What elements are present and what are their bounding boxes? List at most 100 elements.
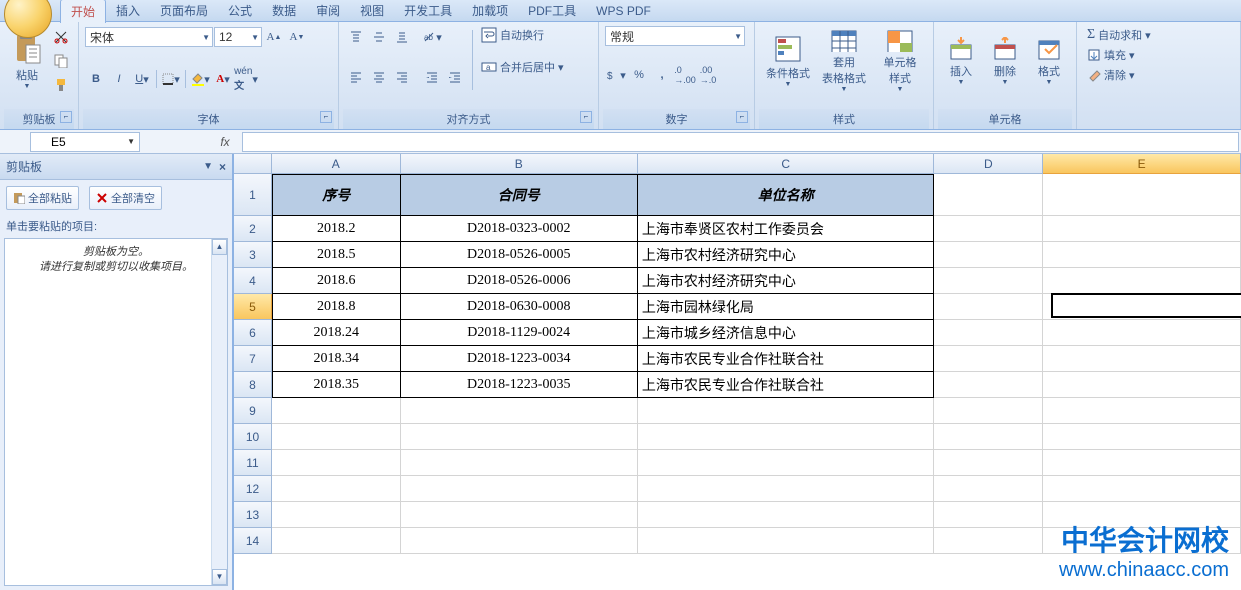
align-top-button[interactable] [345, 26, 367, 48]
cell-D11[interactable] [934, 450, 1043, 476]
cell-D10[interactable] [934, 424, 1043, 450]
cell-E1[interactable] [1043, 174, 1241, 216]
row-header-13[interactable]: 13 [234, 502, 272, 528]
phonetic-button[interactable]: wén文▾ [235, 68, 257, 90]
paste-all-button[interactable]: 全部粘贴 [6, 186, 79, 210]
cond-format-button[interactable]: 条件格式▼ [761, 26, 815, 96]
font-size-combo[interactable]: 12▼ [214, 27, 262, 47]
cell-A4[interactable]: 2018.6 [272, 268, 401, 294]
cell-B13[interactable] [401, 502, 638, 528]
cell-E12[interactable] [1043, 476, 1241, 502]
cell-C4[interactable]: 上海市农村经济研究中心 [638, 268, 935, 294]
currency-button[interactable]: $▾ [605, 64, 627, 86]
cell-C7[interactable]: 上海市农民专业合作社联合社 [638, 346, 935, 372]
cell-A5[interactable]: 2018.8 [272, 294, 401, 320]
cell-C6[interactable]: 上海市城乡经济信息中心 [638, 320, 935, 346]
taskpane-menu-icon[interactable]: ▼ [203, 161, 213, 172]
fill-button[interactable]: 填充▾ [1085, 46, 1153, 64]
cell-D14[interactable] [934, 528, 1043, 554]
cell-B8[interactable]: D2018-1223-0035 [401, 372, 638, 398]
cell-D3[interactable] [934, 242, 1043, 268]
cell-A6[interactable]: 2018.24 [272, 320, 401, 346]
row-header-14[interactable]: 14 [234, 528, 272, 554]
tab-addins[interactable]: 加载项 [462, 0, 518, 22]
cell-D1[interactable] [934, 174, 1043, 216]
cell-D4[interactable] [934, 268, 1043, 294]
chevron-down-icon[interactable]: ▼ [734, 32, 742, 41]
cell-B5[interactable]: D2018-0630-0008 [401, 294, 638, 320]
chevron-down-icon[interactable]: ▼ [202, 33, 210, 42]
col-header-E[interactable]: E [1043, 154, 1241, 174]
insert-cells-button[interactable]: 插入▼ [940, 26, 982, 96]
cell-styles-button[interactable]: 单元格 样式▼ [873, 26, 927, 96]
align-launcher[interactable]: ⌐ [580, 111, 592, 123]
row-header-2[interactable]: 2 [234, 216, 272, 242]
cell-C1[interactable]: 单位名称 [638, 174, 935, 216]
tab-formula[interactable]: 公式 [218, 0, 262, 22]
bold-button[interactable]: B [85, 68, 107, 90]
indent-inc-button[interactable] [444, 66, 466, 88]
cell-E11[interactable] [1043, 450, 1241, 476]
fx-button[interactable]: fx [210, 135, 240, 149]
number-format-combo[interactable]: 常规▼ [605, 26, 745, 46]
align-bottom-button[interactable] [391, 26, 413, 48]
indent-dec-button[interactable] [421, 66, 443, 88]
cell-C2[interactable]: 上海市奉贤区农村工作委员会 [638, 216, 935, 242]
cell-A2[interactable]: 2018.2 [272, 216, 401, 242]
cell-C10[interactable] [638, 424, 935, 450]
format-painter-button[interactable] [50, 74, 72, 96]
spreadsheet-grid[interactable]: ABCDE 1234567891011121314 序号合同号单位名称2018.… [234, 154, 1241, 590]
cell-E4[interactable] [1043, 268, 1241, 294]
align-left-button[interactable] [345, 66, 367, 88]
tab-review[interactable]: 审阅 [306, 0, 350, 22]
cell-D9[interactable] [934, 398, 1043, 424]
cell-B6[interactable]: D2018-1129-0024 [401, 320, 638, 346]
chevron-down-icon[interactable]: ▼ [123, 137, 139, 146]
cell-B9[interactable] [401, 398, 638, 424]
fill-color-button[interactable]: ▾ [189, 68, 211, 90]
row-header-6[interactable]: 6 [234, 320, 272, 346]
tab-data[interactable]: 数据 [262, 0, 306, 22]
cell-C11[interactable] [638, 450, 935, 476]
cell-E13[interactable] [1043, 502, 1241, 528]
cell-B12[interactable] [401, 476, 638, 502]
cell-A11[interactable] [272, 450, 401, 476]
cell-A13[interactable] [272, 502, 401, 528]
cell-A7[interactable]: 2018.34 [272, 346, 401, 372]
cell-E6[interactable] [1043, 320, 1241, 346]
row-header-11[interactable]: 11 [234, 450, 272, 476]
cell-C5[interactable]: 上海市园林绿化局 [638, 294, 935, 320]
cell-B11[interactable] [401, 450, 638, 476]
tab-view[interactable]: 视图 [350, 0, 394, 22]
cell-B1[interactable]: 合同号 [401, 174, 638, 216]
cell-E8[interactable] [1043, 372, 1241, 398]
cell-B10[interactable] [401, 424, 638, 450]
cell-B2[interactable]: D2018-0323-0002 [401, 216, 638, 242]
cell-A1[interactable]: 序号 [272, 174, 401, 216]
table-format-button[interactable]: 套用 表格格式▼ [817, 26, 871, 96]
clipboard-launcher[interactable]: ⌐ [60, 111, 72, 123]
inc-decimal-button[interactable]: .0→.00 [674, 64, 696, 86]
cut-button[interactable] [50, 26, 72, 48]
tab-pdf[interactable]: PDF工具 [518, 0, 586, 22]
cell-C3[interactable]: 上海市农村经济研究中心 [638, 242, 935, 268]
row-header-4[interactable]: 4 [234, 268, 272, 294]
row-header-3[interactable]: 3 [234, 242, 272, 268]
number-launcher[interactable]: ⌐ [736, 111, 748, 123]
align-center-button[interactable] [368, 66, 390, 88]
cell-D7[interactable] [934, 346, 1043, 372]
delete-cells-button[interactable]: 删除▼ [984, 26, 1026, 96]
merge-center-button[interactable]: a合并后居中▾ [479, 58, 566, 76]
cell-C12[interactable] [638, 476, 935, 502]
grow-font-button[interactable]: A▲ [263, 26, 285, 48]
cell-D8[interactable] [934, 372, 1043, 398]
cell-D5[interactable] [934, 294, 1043, 320]
format-cells-button[interactable]: 格式▼ [1028, 26, 1070, 96]
chevron-down-icon[interactable]: ▼ [251, 33, 259, 42]
cell-A8[interactable]: 2018.35 [272, 372, 401, 398]
cell-C14[interactable] [638, 528, 935, 554]
scroll-down-icon[interactable]: ▼ [212, 569, 227, 585]
cell-B4[interactable]: D2018-0526-0006 [401, 268, 638, 294]
taskpane-close-icon[interactable]: × [219, 160, 226, 174]
cell-E14[interactable] [1043, 528, 1241, 554]
